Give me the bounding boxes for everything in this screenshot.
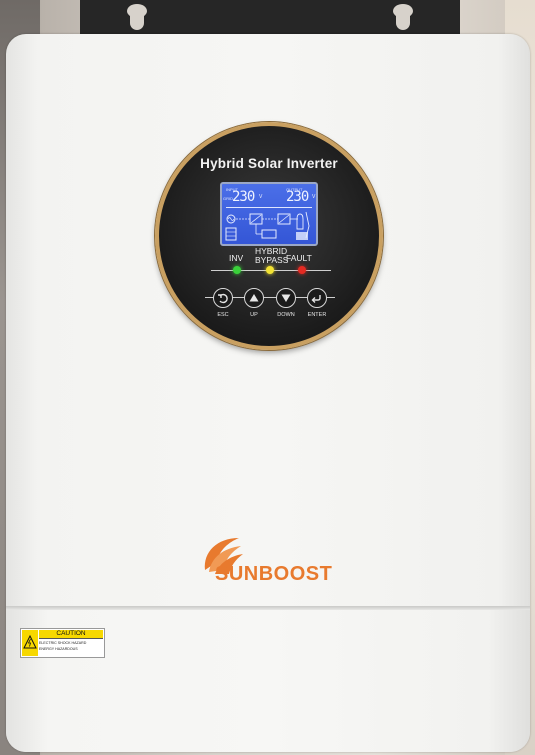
control-panel: Hybrid Solar Inverter INPUT OUTPUT GRID … xyxy=(155,122,383,350)
back-icon xyxy=(218,293,228,304)
lcd-divider xyxy=(226,207,312,208)
lcd-input-value: 230 xyxy=(232,189,255,205)
lcd-output-unit: V xyxy=(312,194,316,200)
lcd-flow-diagram-icon xyxy=(225,211,310,241)
up-label: UP xyxy=(250,312,258,318)
down-label: DOWN xyxy=(277,312,295,318)
warning-triangle-icon xyxy=(22,630,38,656)
lcd-output-value: 230 xyxy=(286,189,309,205)
caution-label: CAUTION ELECTRIC SHOCK HAZARD ENERGY HAZ… xyxy=(20,628,105,658)
indicator-label-inv: INV xyxy=(229,253,244,263)
esc-button[interactable] xyxy=(213,288,233,308)
inv-led-icon xyxy=(233,266,241,274)
panel-title: Hybrid Solar Inverter xyxy=(200,156,338,171)
mounting-hole-left xyxy=(127,4,147,30)
indicator-label-bypass: BYPASS xyxy=(255,254,289,265)
caution-line-2: ENERGY HAZARDOUS xyxy=(39,647,78,651)
brand-name: SUNBOOST xyxy=(215,563,333,585)
esc-label: ESC xyxy=(217,312,229,318)
caution-line-1: ELECTRIC SHOCK HAZARD xyxy=(39,641,87,645)
caution-heading: CAUTION xyxy=(39,630,103,639)
mounting-hole-right xyxy=(393,4,413,30)
enter-label: ENTER xyxy=(307,312,327,318)
enter-button[interactable] xyxy=(307,288,327,308)
triangle-down-icon xyxy=(281,294,291,302)
down-button[interactable] xyxy=(276,288,296,308)
lcd-display: INPUT OUTPUT GRID 230 V 230 V xyxy=(220,182,318,246)
lcd-input-unit: V xyxy=(259,194,263,200)
triangle-up-icon xyxy=(249,294,259,302)
up-button[interactable] xyxy=(244,288,264,308)
bypass-led-icon xyxy=(266,266,274,274)
indicator-label-hybrid-bypass: HYBRID BYPASS xyxy=(255,247,289,265)
indicator-label-fault: FAULT xyxy=(286,253,312,263)
fault-led-icon xyxy=(298,266,306,274)
enter-icon xyxy=(311,295,321,303)
